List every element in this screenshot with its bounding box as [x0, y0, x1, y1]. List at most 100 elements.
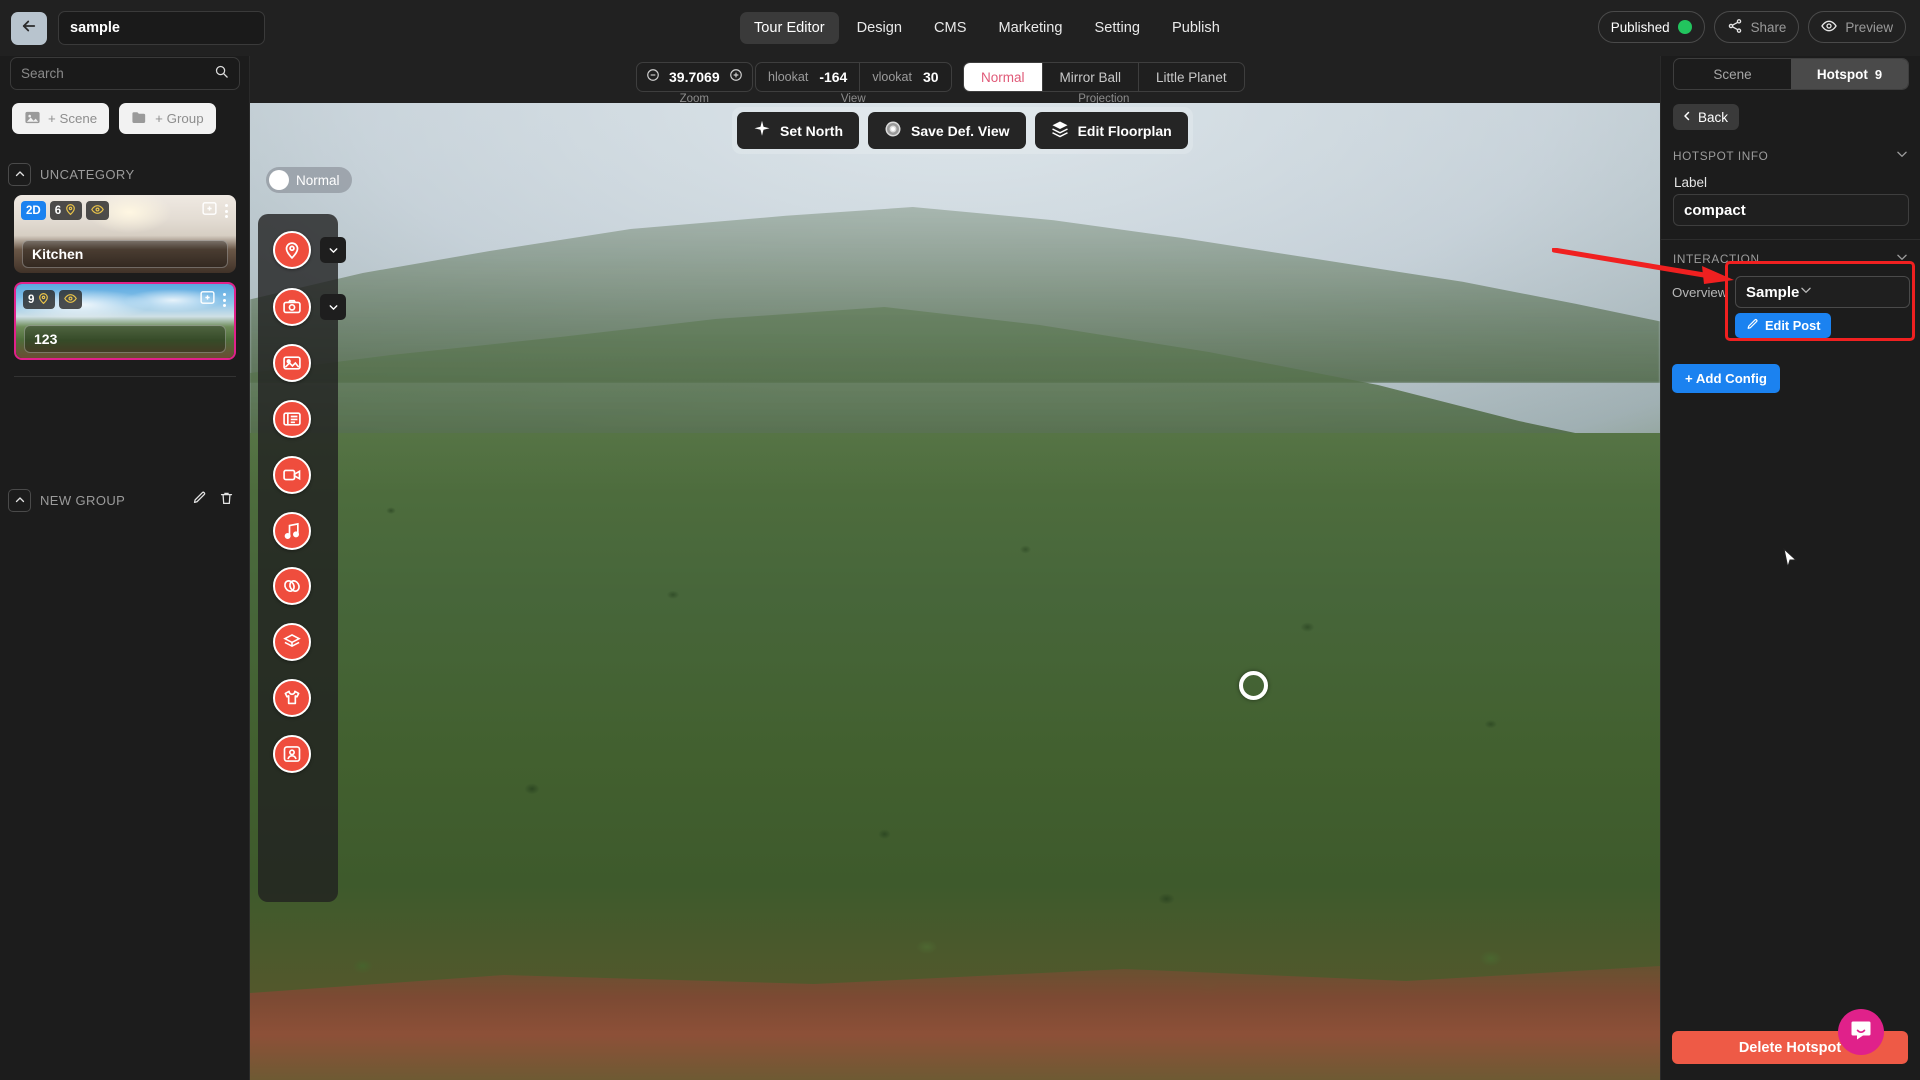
tool-camera[interactable] — [273, 288, 346, 326]
tab-scene[interactable]: Scene — [1674, 59, 1791, 89]
eye-icon — [1821, 18, 1838, 37]
tool-music[interactable] — [273, 512, 311, 550]
music-icon[interactable] — [273, 512, 311, 550]
status-dot-icon — [1677, 20, 1692, 34]
panorama-mode-toggle[interactable]: Normal — [266, 167, 352, 193]
tool-video[interactable] — [273, 456, 311, 494]
hotspot-count-value: 9 — [28, 293, 35, 306]
tab-publish[interactable]: Publish — [1158, 12, 1234, 44]
sidebar-add-buttons: + Scene + Group — [12, 103, 216, 134]
view-control: hlookat -164 vlookat 30 — [755, 62, 952, 92]
camera-dropdown-icon[interactable] — [320, 294, 346, 320]
save-default-view-button[interactable]: Save Def. View — [868, 112, 1026, 149]
edit-post-button[interactable]: Edit Post — [1735, 313, 1832, 338]
publish-status-badge[interactable]: Published — [1597, 11, 1705, 43]
projection-normal[interactable]: Normal — [964, 63, 1042, 91]
share-button[interactable]: Share — [1713, 11, 1800, 43]
top-bar-actions: Published Share Preview — [1597, 11, 1906, 43]
tool-product[interactable] — [273, 679, 311, 717]
person-icon[interactable] — [273, 735, 311, 773]
eye-icon — [91, 203, 104, 219]
article-icon[interactable] — [273, 400, 311, 438]
hotspot-tool-rail — [258, 214, 346, 902]
layers-3d-icon[interactable] — [273, 623, 311, 661]
tab-design[interactable]: Design — [843, 12, 916, 44]
tab-marketing[interactable]: Marketing — [984, 12, 1076, 44]
scene-card-kitchen[interactable]: 2D 6 Kitchen — [14, 195, 236, 273]
scene-card-tools — [201, 200, 231, 222]
panorama-viewport[interactable]: Normal Set North Save Def. View Edit Flo… — [250, 103, 1660, 1080]
edit-pencil-icon[interactable] — [192, 490, 207, 511]
tool-link[interactable] — [273, 567, 311, 605]
search-icon[interactable] — [214, 64, 229, 84]
chevron-down-icon[interactable] — [1895, 250, 1909, 269]
group-header-uncategory[interactable]: UNCATEGORY — [8, 160, 242, 188]
search-input[interactable] — [21, 66, 214, 81]
section-title: INTERACTION — [1673, 252, 1760, 266]
chat-bubble-icon — [1849, 1018, 1873, 1047]
delete-trash-icon[interactable] — [219, 490, 234, 511]
chevron-down-icon[interactable] — [1799, 283, 1813, 302]
tab-tour-editor[interactable]: Tour Editor — [740, 12, 839, 44]
vlookat-key: vlookat — [872, 70, 912, 84]
zoom-out-icon[interactable] — [646, 68, 660, 87]
hotspot-pin-icon[interactable] — [273, 231, 311, 269]
panorama-mode-label: Normal — [296, 172, 340, 188]
project-title-input[interactable] — [58, 11, 265, 45]
tshirt-icon[interactable] — [273, 679, 311, 717]
toggle-knob-icon — [269, 170, 289, 190]
video-icon[interactable] — [273, 456, 311, 494]
tool-person[interactable] — [273, 735, 311, 773]
vlookat-value: 30 — [922, 69, 939, 85]
intercom-chat-button[interactable] — [1838, 1009, 1884, 1055]
add-to-folder-icon[interactable] — [201, 200, 218, 222]
top-bar: Tour Editor Design CMS Marketing Setting… — [0, 0, 1920, 56]
image-icon[interactable] — [273, 344, 311, 382]
group-header-new-group[interactable]: NEW GROUP — [8, 486, 242, 514]
tab-setting[interactable]: Setting — [1081, 12, 1154, 44]
add-scene-button[interactable]: + Scene — [12, 103, 110, 134]
zoom-in-icon[interactable] — [729, 68, 743, 87]
projection-little-planet[interactable]: Little Planet — [1138, 63, 1244, 91]
tab-cms[interactable]: CMS — [920, 12, 980, 44]
tool-article[interactable] — [273, 400, 311, 438]
add-config-button[interactable]: + Add Config — [1672, 364, 1780, 393]
folder-icon — [131, 109, 148, 129]
zoom-control-group: 39.7069 Zoom — [636, 62, 753, 105]
back-navigation-button[interactable] — [11, 12, 47, 45]
tool-image[interactable] — [273, 344, 311, 382]
vlookat-cell[interactable]: vlookat 30 — [859, 63, 950, 91]
edit-pencil-icon — [1746, 318, 1759, 334]
preview-button[interactable]: Preview — [1808, 11, 1906, 43]
collapse-toggle-icon[interactable] — [8, 488, 31, 512]
hotspot-count-value: 6 — [54, 204, 62, 217]
hlookat-cell[interactable]: hlookat -164 — [756, 63, 859, 91]
panel-back-button[interactable]: Back — [1673, 104, 1740, 130]
camera-icon[interactable] — [273, 288, 311, 326]
tool-3d-layers[interactable] — [273, 623, 311, 661]
scene-more-options-icon[interactable] — [220, 293, 229, 307]
overview-select[interactable]: Sample — [1735, 276, 1910, 308]
search-field[interactable] — [10, 57, 240, 90]
hotspot-label-input[interactable] — [1673, 194, 1909, 226]
scene-more-options-icon[interactable] — [222, 204, 231, 218]
share-label: Share — [1750, 19, 1787, 35]
pin-icon — [64, 203, 77, 219]
edit-floorplan-button[interactable]: Edit Floorplan — [1034, 112, 1188, 149]
set-north-label: Set North — [780, 122, 843, 139]
hlookat-key: hlookat — [768, 70, 809, 84]
tool-hotspot-pin[interactable] — [273, 231, 346, 269]
add-group-button[interactable]: + Group — [119, 103, 216, 134]
layers-icon — [1051, 120, 1069, 141]
hotspot-properties-panel: Scene Hotspot 9 Back HOTSPOT INFO Label … — [1660, 56, 1920, 1080]
chevron-down-icon[interactable] — [1895, 147, 1909, 166]
hotspot-pin-dropdown-icon[interactable] — [320, 237, 346, 263]
projection-mirror-ball[interactable]: Mirror Ball — [1041, 63, 1139, 91]
link-icon[interactable] — [273, 567, 311, 605]
placed-hotspot-marker[interactable] — [1239, 671, 1268, 700]
set-north-button[interactable]: Set North — [737, 112, 859, 149]
scene-card-123[interactable]: 9 123 — [14, 282, 236, 360]
tab-hotspot[interactable]: Hotspot 9 — [1791, 59, 1908, 89]
add-to-folder-icon[interactable] — [199, 289, 216, 311]
collapse-toggle-icon[interactable] — [8, 162, 31, 186]
